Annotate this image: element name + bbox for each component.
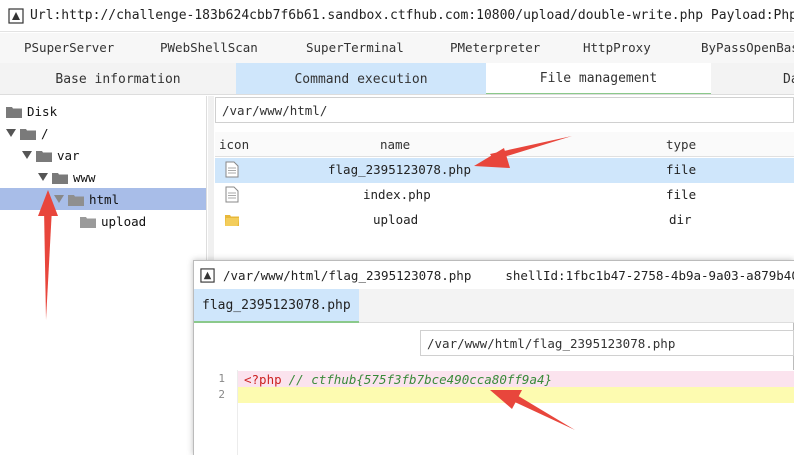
expand-arrow-icon[interactable] — [54, 195, 64, 203]
window-title: Url:http://challenge-183b624cbb7f6b61.sa… — [30, 8, 794, 23]
folder-icon — [36, 150, 52, 162]
line-number: 1 — [218, 372, 225, 385]
tree-item-disk[interactable]: Disk — [6, 100, 57, 122]
tree-item-label: Disk — [27, 103, 58, 119]
folder-icon — [225, 215, 239, 226]
editor-path-text: /var/www/html/flag_2395123078.php — [427, 335, 676, 351]
tab-command-execution[interactable]: Command execution — [236, 63, 486, 94]
plugin-superterminal[interactable]: SuperTerminal — [306, 40, 404, 55]
file-editor-window: /var/www/html/flag_2395123078.php shellI… — [193, 260, 794, 455]
editor-tabs: flag_2395123078.php — [194, 289, 794, 323]
tree-item-label: var — [57, 147, 80, 163]
expand-arrow-icon[interactable] — [38, 173, 48, 181]
file-name: flag_2395123078.php — [328, 162, 471, 177]
table-row[interactable]: flag_2395123078.php file — [215, 158, 794, 183]
tree-item-var[interactable]: var — [22, 144, 80, 166]
tree-item-label: upload — [101, 213, 147, 229]
plugin-httpproxy[interactable]: HttpProxy — [583, 40, 651, 55]
folder-icon — [68, 194, 84, 206]
line-number: 2 — [218, 388, 225, 401]
folder-icon — [20, 128, 36, 140]
plugin-pwebshellscan[interactable]: PWebShellScan — [160, 40, 258, 55]
flag-comment: // ctfhub{575f3fb7bce490cca80ff9a4} — [288, 371, 553, 387]
editor-titlebar: /var/www/html/flag_2395123078.php shellI… — [194, 261, 794, 289]
plugin-bypassopenbasedir[interactable]: ByPassOpenBasedir — [701, 40, 794, 55]
app-icon — [200, 267, 215, 283]
folder-icon — [80, 216, 96, 228]
file-name: index.php — [363, 187, 431, 202]
editor-title: /var/www/html/flag_2395123078.php — [223, 267, 472, 283]
path-input[interactable]: /var/www/html/ — [215, 97, 794, 123]
expand-arrow-icon[interactable] — [22, 151, 32, 159]
tree-item-label: html — [89, 191, 120, 207]
code-editor[interactable]: 1 2 <?php // ctfhub{575f3fb7bce490cca80f… — [194, 370, 794, 455]
tree-item-label: / — [41, 125, 49, 141]
tree-item-upload[interactable]: upload — [80, 210, 146, 232]
php-open-tag: <?php — [244, 371, 282, 387]
grid-header: icon name type — [215, 132, 794, 157]
file-icon — [225, 161, 239, 178]
tab-base-information[interactable]: Base information — [0, 63, 236, 94]
code-line[interactable]: <?php // ctfhub{575f3fb7bce490cca80ff9a4… — [238, 371, 794, 387]
tree-item-label: www — [73, 169, 96, 185]
file-type: file — [666, 162, 697, 177]
table-row[interactable]: upload dir — [215, 208, 794, 233]
file-name: upload — [373, 212, 419, 227]
file-icon — [225, 186, 239, 203]
tab-file-management[interactable]: File management — [486, 63, 711, 94]
tree-item-root[interactable]: / — [6, 122, 49, 144]
tree-item-html[interactable]: html — [0, 188, 206, 210]
column-header-icon[interactable]: icon — [219, 137, 249, 152]
column-header-name[interactable]: name — [380, 137, 410, 152]
plugin-psuperserver[interactable]: PSuperServer — [24, 40, 114, 55]
file-type: file — [666, 187, 697, 202]
tab-database[interactable]: Da — [711, 63, 794, 94]
expand-arrow-icon[interactable] — [6, 129, 16, 137]
plugin-toolbar: PSuperServer PWebShellScan SuperTerminal… — [0, 33, 794, 63]
plugin-pmeterpreter[interactable]: PMeterpreter — [450, 40, 540, 55]
editor-tab-flag-file[interactable]: flag_2395123078.php — [194, 289, 359, 323]
line-gutter: 1 2 — [194, 370, 238, 455]
main-tabs: Base information Command execution File … — [0, 63, 794, 95]
shell-id: shellId:1fbc1b47-2758-4b9a-9a03-a879b40e… — [505, 267, 794, 283]
editor-path-input[interactable]: /var/www/html/flag_2395123078.php — [420, 330, 794, 356]
app-icon — [8, 7, 24, 24]
window-titlebar: Url:http://challenge-183b624cbb7f6b61.sa… — [0, 0, 794, 32]
table-row[interactable]: index.php file — [215, 183, 794, 208]
file-grid: icon name type flag_2395123078.php file … — [215, 132, 794, 258]
folder-icon — [52, 172, 68, 184]
file-type: dir — [669, 212, 692, 227]
code-line[interactable] — [238, 387, 794, 403]
column-header-type[interactable]: type — [666, 137, 696, 152]
directory-tree: Disk / var www html upload — [0, 96, 207, 455]
tree-item-www[interactable]: www — [38, 166, 96, 188]
path-text: /var/www/html/ — [222, 102, 328, 118]
folder-icon — [6, 106, 22, 118]
